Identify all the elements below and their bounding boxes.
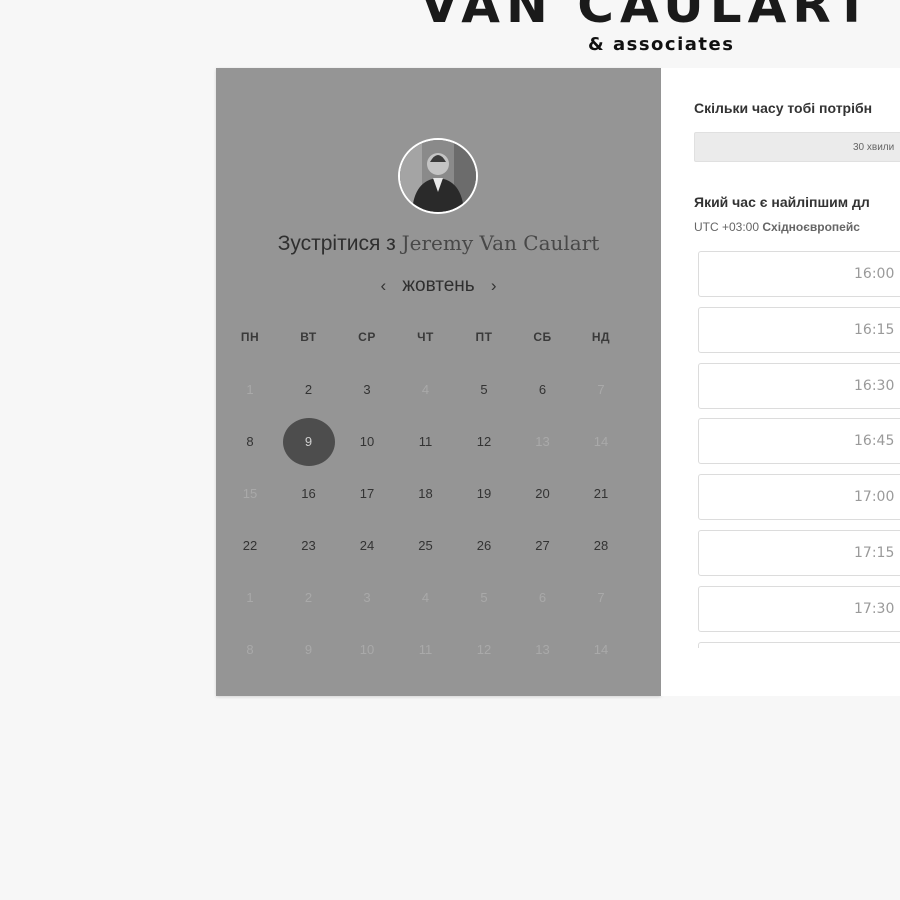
calendar-day[interactable]: 12 xyxy=(464,432,504,452)
calendar-day[interactable]: 11 xyxy=(406,432,446,452)
calendar-day: 14 xyxy=(593,642,609,657)
brand-logo-title: VAN CAULART xyxy=(420,0,875,34)
calendar-day: 15 xyxy=(242,486,258,501)
calendar-day[interactable]: 8 xyxy=(230,432,270,452)
meeting-title: Зустрітися з Jeremy Van Caulart xyxy=(216,230,661,257)
calendar-day: 14 xyxy=(593,434,609,449)
host-avatar xyxy=(398,138,478,214)
calendar-day: 7 xyxy=(597,382,605,397)
time-slot-button[interactable]: 16:00 xyxy=(698,251,900,297)
calendar-day[interactable]: 17 xyxy=(347,484,387,504)
weekday-label: СР xyxy=(358,330,376,344)
time-slot-button[interactable]: 17:00 xyxy=(698,474,900,521)
month-navigation: ‹ жовтень › xyxy=(216,274,661,298)
calendar-day[interactable]: 20 xyxy=(523,484,563,504)
next-month-chevron-icon[interactable]: › xyxy=(481,274,507,298)
calendar-day[interactable]: 22 xyxy=(230,536,270,556)
timezone-offset: UTC +03:00 xyxy=(694,220,760,234)
calendar-panel: Зустрітися з Jeremy Van Caulart ‹ жовтен… xyxy=(216,68,661,696)
weekday-label: ПТ xyxy=(475,330,493,344)
calendar-day: 13 xyxy=(535,434,550,449)
calendar-day: 5 xyxy=(480,590,488,605)
host-photo-icon xyxy=(400,140,476,212)
calendar-day: 4 xyxy=(421,382,430,397)
weekday-header-row: ПН ВТ СР ЧТ ПТ СБ НД xyxy=(222,330,656,346)
time-slot-list: 16:00 16:15 16:30 16:45 17:00 17:15 17:30 xyxy=(698,251,900,648)
calendar-day[interactable]: 2 xyxy=(289,380,329,400)
calendar-day: 2 xyxy=(304,590,313,605)
weekday-label: ЧТ xyxy=(417,330,434,344)
timezone-name: Східноєвропейс xyxy=(762,220,860,234)
month-label: жовтень xyxy=(402,275,475,296)
calendar-day[interactable]: 19 xyxy=(464,484,504,504)
calendar-day[interactable]: 18 xyxy=(406,484,446,504)
brand-logo-subtitle: & associates xyxy=(588,34,735,55)
time-question: Який час є найліпшим дл xyxy=(694,194,870,210)
calendar-day[interactable]: 24 xyxy=(347,536,387,556)
calendar-day[interactable]: 21 xyxy=(581,484,621,504)
timezone-label: UTC +03:00 Східноєвропейс xyxy=(694,220,860,234)
time-slot-button[interactable]: 16:15 xyxy=(698,306,900,353)
prev-month-chevron-icon[interactable]: ‹ xyxy=(370,274,396,298)
calendar-day: 11 xyxy=(418,642,433,657)
calendar-day: 3 xyxy=(363,590,371,605)
duration-select[interactable]: 30 хвили xyxy=(694,132,900,162)
calendar-day: 4 xyxy=(421,590,430,605)
time-slot-button[interactable] xyxy=(698,641,900,648)
calendar-day[interactable]: 28 xyxy=(581,536,621,556)
weekday-label: ПН xyxy=(240,330,260,344)
calendar-day[interactable]: 23 xyxy=(289,536,329,556)
calendar-day[interactable]: 6 xyxy=(523,380,563,400)
weekday-label: НД xyxy=(591,330,611,344)
time-slot-button[interactable]: 17:30 xyxy=(698,585,900,632)
calendar-day[interactable]: 26 xyxy=(464,536,504,556)
calendar-day: 12 xyxy=(476,642,492,657)
calendar-day-grid: 1 2 3 4 5 6 7 8 9 10 11 12 13 14 15 16 17 18 19 20 21 22 23 24 2… xyxy=(222,363,656,683)
time-slot-button[interactable]: 17:15 xyxy=(698,530,900,576)
calendar-day: 7 xyxy=(597,590,605,605)
calendar-day: 9 xyxy=(304,642,313,657)
meeting-title-prefix: Зустрітися з xyxy=(277,232,396,255)
calendar-day: 1 xyxy=(246,382,254,397)
calendar-day: 10 xyxy=(359,642,375,657)
calendar-day-selected[interactable]: 9 xyxy=(282,418,335,466)
calendar-day: 6 xyxy=(538,590,547,605)
calendar-day: 8 xyxy=(246,642,254,657)
calendar-day[interactable]: 3 xyxy=(347,380,387,400)
calendar-day[interactable]: 5 xyxy=(464,380,504,400)
host-name: Jeremy Van Caulart xyxy=(401,231,600,255)
calendar-day: 13 xyxy=(535,642,550,657)
duration-question: Скільки часу тобі потрібн xyxy=(694,100,873,116)
calendar-day[interactable]: 25 xyxy=(406,536,446,556)
weekday-label: СБ xyxy=(533,330,552,344)
brand-header: VAN CAULART & associates xyxy=(0,0,900,62)
weekday-label: ВТ xyxy=(300,330,317,344)
calendar-day: 1 xyxy=(246,590,254,605)
calendar-day[interactable]: 10 xyxy=(347,432,387,452)
time-slot-button[interactable]: 16:45 xyxy=(698,418,900,465)
calendar-day[interactable]: 16 xyxy=(289,484,329,504)
time-slot-button[interactable]: 16:30 xyxy=(698,362,900,409)
booking-panel: Скільки часу тобі потрібн 30 хвили Який … xyxy=(661,68,900,696)
calendar-day[interactable]: 27 xyxy=(523,536,563,556)
